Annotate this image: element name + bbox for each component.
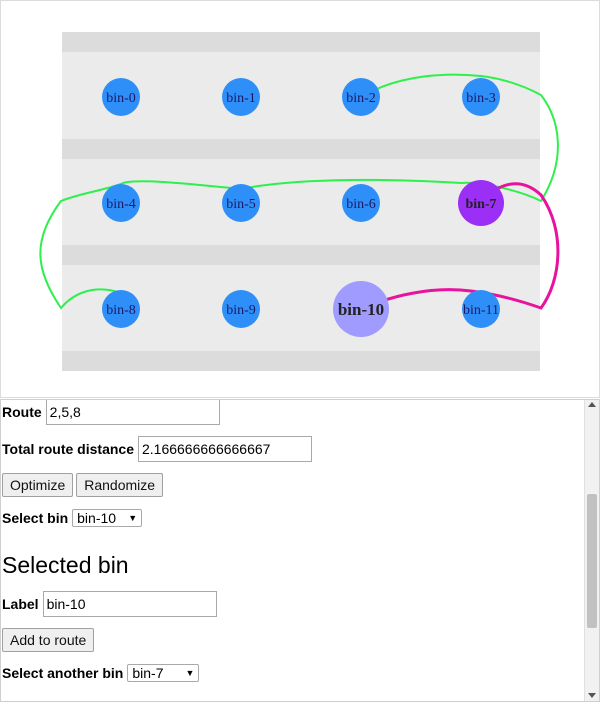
select-bin-value: bin-10 bbox=[77, 510, 117, 526]
add-route-row: Add to route bbox=[2, 628, 95, 652]
route-input[interactable] bbox=[45, 400, 220, 425]
bin-label: bin-4 bbox=[106, 197, 136, 212]
bin-label: bin-5 bbox=[226, 197, 256, 212]
bin-label: bin-10 bbox=[338, 300, 384, 319]
control-panel: Route Total route distance Optimize Rand… bbox=[0, 399, 600, 702]
scroll-down-arrow-icon[interactable] bbox=[588, 693, 596, 698]
label-input[interactable] bbox=[42, 591, 217, 617]
bin-3[interactable]: bin-3 bbox=[462, 78, 500, 116]
bin-10[interactable]: bin-10 bbox=[333, 281, 389, 337]
bin-label: bin-1 bbox=[226, 91, 256, 106]
bin-label: bin-3 bbox=[466, 91, 496, 106]
bin-1[interactable]: bin-1 bbox=[222, 78, 260, 116]
warehouse-map: bin-0 bin-1 bin-2 bin-3 bin-4 bin-5 bin-6 bin-7… bbox=[0, 0, 600, 398]
shelf-2 bbox=[62, 245, 540, 265]
bin-label: bin-9 bbox=[226, 303, 256, 318]
select-bin-dropdown[interactable]: bin-10 ▼ bbox=[72, 509, 143, 527]
bin-8[interactable]: bin-8 bbox=[102, 290, 140, 328]
add-to-route-button[interactable]: Add to route bbox=[2, 628, 95, 652]
shelf-3 bbox=[62, 351, 540, 371]
bin-0[interactable]: bin-0 bbox=[102, 78, 140, 116]
selected-bin-heading: Selected bin bbox=[2, 552, 129, 578]
bin-label: bin-8 bbox=[106, 303, 136, 318]
shelf-0 bbox=[62, 32, 540, 52]
chevron-down-icon: ▼ bbox=[185, 668, 195, 678]
select-another-value: bin-7 bbox=[132, 665, 164, 681]
optimize-button[interactable]: Optimize bbox=[2, 473, 74, 497]
distance-row: Total route distance bbox=[2, 436, 312, 462]
bin-label: bin-0 bbox=[106, 91, 136, 106]
bin-6[interactable]: bin-6 bbox=[342, 184, 380, 222]
label-row: Label bbox=[2, 591, 217, 617]
chevron-down-icon: ▼ bbox=[128, 513, 138, 523]
action-buttons: Optimize Randomize bbox=[2, 473, 164, 497]
select-bin-row: Select bin bin-10 ▼ bbox=[2, 509, 143, 527]
bin-7[interactable]: bin-7 bbox=[458, 180, 504, 226]
bin-9[interactable]: bin-9 bbox=[222, 290, 260, 328]
distance-input[interactable] bbox=[137, 436, 312, 462]
randomize-button[interactable]: Randomize bbox=[76, 473, 164, 497]
route-row: Route bbox=[2, 400, 220, 425]
warehouse-map-svg: bin-0 bin-1 bin-2 bin-3 bin-4 bin-5 bin-6 bin-7… bbox=[39, 32, 560, 371]
shelf-1 bbox=[62, 139, 540, 159]
select-bin-label: Select bin bbox=[2, 510, 69, 526]
bin-11[interactable]: bin-11 bbox=[462, 290, 500, 328]
bin-4[interactable]: bin-4 bbox=[102, 184, 140, 222]
select-another-label: Select another bin bbox=[2, 665, 124, 681]
bin-label: bin-7 bbox=[465, 197, 496, 212]
bin-2[interactable]: bin-2 bbox=[342, 78, 380, 116]
scrollbar[interactable] bbox=[584, 400, 599, 701]
bin-label: bin-6 bbox=[346, 197, 376, 212]
bin-5[interactable]: bin-5 bbox=[222, 184, 260, 222]
scrollbar-thumb[interactable] bbox=[587, 494, 597, 628]
select-another-dropdown[interactable]: bin-7 ▼ bbox=[127, 664, 200, 682]
select-another-row: Select another bin bin-7 ▼ bbox=[2, 664, 200, 682]
distance-label: Total route distance bbox=[2, 441, 134, 457]
bin-label: bin-11 bbox=[463, 303, 499, 318]
label-label: Label bbox=[2, 596, 39, 612]
scroll-up-arrow-icon[interactable] bbox=[588, 402, 596, 407]
route-label: Route bbox=[2, 404, 42, 420]
bin-label: bin-2 bbox=[346, 91, 376, 106]
